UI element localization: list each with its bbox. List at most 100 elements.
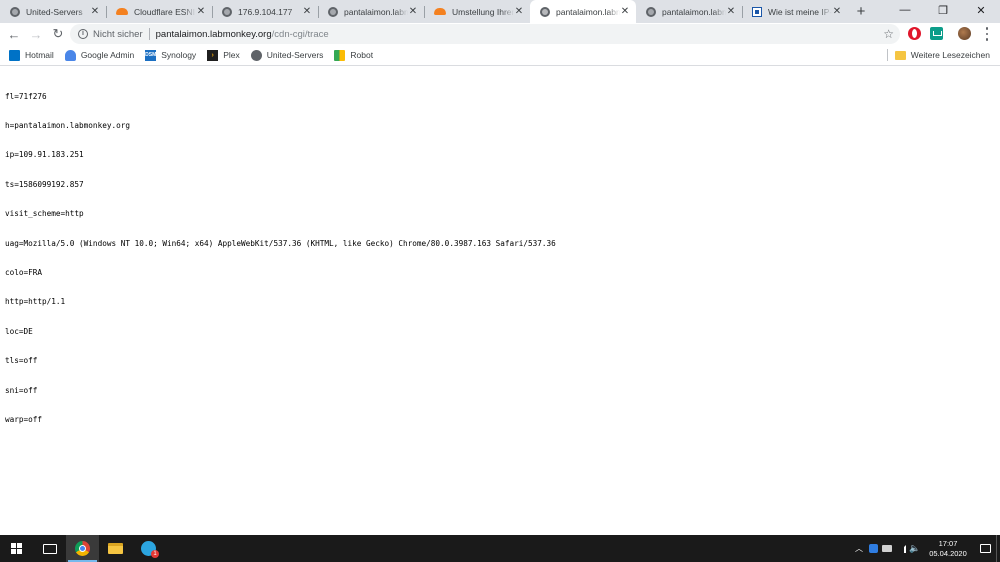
close-window-button[interactable]: ✕	[962, 0, 1000, 20]
trace-line: h=pantalaimon.labmonkey.org	[5, 120, 130, 130]
network-icon[interactable]	[894, 535, 908, 562]
close-icon[interactable]: ✕	[620, 6, 630, 17]
printer-icon[interactable]	[880, 535, 894, 562]
window-controls: — ❐ ✕	[886, 0, 1000, 20]
divider	[148, 28, 150, 40]
tab[interactable]: United-Servers ✕	[0, 0, 106, 23]
globe-icon	[328, 6, 338, 17]
notification-icon	[979, 544, 991, 553]
security-tray-icon[interactable]	[866, 535, 880, 562]
hotmail-icon	[9, 49, 20, 61]
tab[interactable]: Umstellung Ihrer DNS ✕	[424, 0, 530, 23]
close-icon[interactable]: ✕	[832, 6, 842, 17]
notification-badge: 1	[151, 550, 159, 558]
bookmark-label: Robot	[350, 50, 374, 60]
date: 05.04.2020	[929, 548, 967, 558]
tab-title: 176.9.104.177	[238, 6, 293, 17]
divider	[886, 49, 888, 61]
bookmark-synology[interactable]: DSM Synology	[145, 49, 197, 61]
trace-line: fl=71f276	[5, 91, 47, 101]
system-tray: ︿ 🔈 17:07 05.04.2020	[852, 535, 1000, 562]
trace-line: colo=FRA	[5, 267, 43, 277]
close-icon[interactable]: ✕	[726, 6, 736, 17]
tab-title: United-Servers	[26, 6, 83, 17]
globe-icon	[10, 6, 20, 17]
security-label[interactable]: Nicht sicher	[93, 29, 143, 40]
bookmark-label: Google Admin	[80, 50, 135, 60]
tab[interactable]: Wie ist meine IP-Adresse ✕	[742, 0, 848, 23]
windows-icon	[11, 543, 22, 554]
show-desktop-button[interactable]	[996, 535, 1000, 562]
tab[interactable]: 176.9.104.177 ✕	[212, 0, 318, 23]
tab-strip: United-Servers ✕ Cloudflare ESNI Checker…	[0, 0, 1000, 23]
cloudflare-icon	[434, 8, 446, 15]
globe-icon	[540, 6, 550, 17]
trace-line: visit_scheme=http	[5, 209, 84, 219]
page-icon	[752, 6, 762, 17]
reload-button[interactable]: ↻	[47, 23, 69, 45]
star-icon[interactable]: ☆	[883, 27, 894, 41]
trace-line: loc=DE	[5, 326, 33, 336]
url-host[interactable]: pantalaimon.labmonkey.org	[156, 29, 272, 40]
globe-icon	[222, 6, 232, 17]
bookmark-label: Hotmail	[25, 50, 54, 60]
tab[interactable]: Cloudflare ESNI Checker ✕	[106, 0, 212, 23]
trace-line: http=http/1.1	[5, 297, 66, 307]
close-icon[interactable]: ✕	[514, 6, 524, 17]
trace-line: ip=109.91.183.251	[5, 150, 84, 160]
tab[interactable]: pantalaimon.labmonkey.org ✕	[318, 0, 424, 23]
folder-icon	[108, 543, 123, 554]
clock[interactable]: 17:07 05.04.2020	[922, 539, 974, 559]
telegram-icon: 1	[141, 541, 159, 558]
bookmark-hotmail[interactable]: Hotmail	[9, 49, 54, 61]
close-icon[interactable]: ✕	[408, 6, 418, 17]
taskbar-explorer[interactable]	[99, 535, 132, 562]
bookmark-google-admin[interactable]: Google Admin	[64, 49, 135, 61]
menu-icon[interactable]	[982, 26, 992, 42]
trace-output: fl=71f276 h=pantalaimon.labmonkey.org ip…	[5, 72, 556, 444]
url-path[interactable]: /cdn-cgi/trace	[272, 29, 329, 40]
bookmarks-bar: Hotmail Google Admin DSM Synology › Plex…	[0, 45, 1000, 65]
robot-icon	[334, 49, 346, 61]
other-bookmarks-label: Weitere Lesezeichen	[910, 50, 990, 60]
tab[interactable]: pantalaimon.labmonkey.org ✕	[636, 0, 742, 23]
back-button[interactable]: ←	[3, 23, 25, 45]
time: 17:07	[938, 538, 958, 548]
bookmark-united-servers[interactable]: United-Servers	[250, 49, 323, 61]
plex-icon: ›	[207, 49, 219, 61]
tab-active[interactable]: pantalaimon.labmonkey.org ✕	[530, 0, 636, 23]
chrome-icon	[75, 541, 90, 556]
chevron-up-icon[interactable]: ︿	[852, 535, 866, 562]
browser-toolbar: ← → ↻ i Nicht sicher pantalaimon.labmonk…	[0, 23, 1000, 45]
minimize-button[interactable]: —	[886, 0, 924, 20]
bookmark-plex[interactable]: › Plex	[207, 49, 240, 61]
google-admin-icon	[64, 49, 76, 61]
start-button[interactable]	[0, 535, 33, 562]
bookmark-robot[interactable]: Robot	[334, 49, 374, 61]
divider	[0, 65, 1000, 66]
close-icon[interactable]: ✕	[302, 6, 312, 17]
trace-line: tls=off	[5, 356, 38, 366]
notification-button[interactable]	[974, 535, 996, 562]
close-icon[interactable]: ✕	[196, 6, 206, 17]
folder-icon	[894, 50, 906, 60]
info-icon[interactable]: i	[78, 29, 88, 39]
task-view-button[interactable]	[33, 535, 66, 562]
volume-icon[interactable]: 🔈	[908, 535, 922, 562]
taskbar-chrome[interactable]	[66, 535, 99, 562]
extension-icon[interactable]	[930, 27, 943, 40]
avatar[interactable]	[958, 27, 971, 40]
opera-extension-icon[interactable]	[908, 27, 921, 40]
close-icon[interactable]: ✕	[90, 6, 100, 17]
address-bar[interactable]: i Nicht sicher pantalaimon.labmonkey.org…	[70, 24, 900, 44]
globe-icon	[646, 6, 656, 17]
other-bookmarks[interactable]: Weitere Lesezeichen	[886, 45, 990, 65]
restore-button[interactable]: ❐	[924, 0, 962, 20]
tab-title: pantalaimon.labmonkey.org	[556, 6, 620, 17]
forward-button[interactable]: →	[25, 23, 47, 45]
tab-title: Cloudflare ESNI Checker	[134, 6, 196, 17]
taskbar-telegram[interactable]: 1	[132, 535, 165, 562]
new-tab-button[interactable]: +	[848, 0, 874, 23]
trace-line: sni=off	[5, 385, 38, 395]
bookmark-label: Synology	[161, 50, 197, 60]
